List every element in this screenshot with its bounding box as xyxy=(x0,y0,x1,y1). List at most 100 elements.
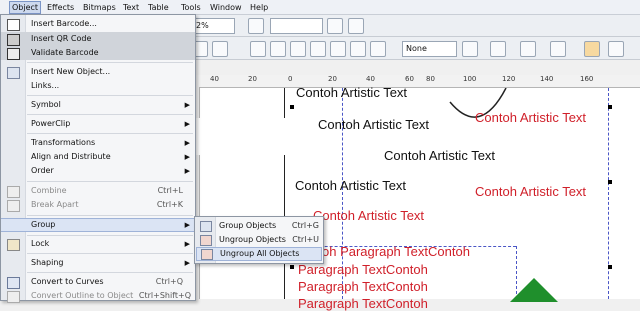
ungroup-objects-icon xyxy=(200,235,212,246)
menu-item-break-apart[interactable]: Break Apart Ctrl+K xyxy=(1,198,195,212)
wrap-text-icon[interactable] xyxy=(584,41,600,57)
menu-item-powerclip[interactable]: PowerClip ▶ xyxy=(1,117,195,131)
menu-separator xyxy=(27,235,193,236)
ruler-tick: 100 xyxy=(463,75,477,83)
outline-width-combo[interactable]: None xyxy=(402,41,457,57)
paragraph-text-line[interactable]: Paragraph TextContoh xyxy=(298,279,428,294)
selection-handle[interactable] xyxy=(290,265,294,269)
menu-item-insert-barcode[interactable]: Insert Barcode... xyxy=(1,17,195,31)
menu-table[interactable]: Table xyxy=(146,2,171,13)
boundary-icon[interactable] xyxy=(330,41,346,57)
simplify-icon[interactable] xyxy=(270,41,286,57)
submenu-arrow-icon: ▶ xyxy=(184,167,190,175)
play-icon[interactable] xyxy=(608,41,624,57)
submenu-item-ungroup-all[interactable]: Ungroup All Objects xyxy=(196,247,322,261)
menu-bar: Object Effects Bitmaps Text Table Tools … xyxy=(0,0,640,15)
ruler-tick: 40 xyxy=(210,75,219,83)
menu-item-insert-new-object[interactable]: Insert New Object... xyxy=(1,65,195,79)
ruler-tick: 140 xyxy=(540,75,554,83)
standard-toolbar: 2% xyxy=(190,15,640,37)
artistic-text[interactable]: Contoh Artistic Text xyxy=(475,110,586,125)
align-icon[interactable] xyxy=(350,41,366,57)
menu-item-group[interactable]: Group ▶ xyxy=(1,218,195,232)
line-style-icon[interactable] xyxy=(490,41,506,57)
paragraph-text-line[interactable]: Paragraph TextContoh xyxy=(298,262,428,277)
star-shape[interactable] xyxy=(510,278,558,302)
menu-item-shaping[interactable]: Shaping ▶ xyxy=(1,256,195,270)
menu-separator xyxy=(27,215,193,216)
front-minus-back-icon[interactable] xyxy=(290,41,306,57)
selection-handle[interactable] xyxy=(608,105,612,109)
artistic-text[interactable]: Contoh Artistic Text xyxy=(296,85,407,100)
combine-icon xyxy=(7,186,20,198)
launcher-icon[interactable] xyxy=(348,18,364,34)
paragraph-text-line[interactable]: Paragraph TextContoh xyxy=(298,296,428,311)
lock-icon xyxy=(7,239,20,251)
menu-object[interactable]: Object xyxy=(9,1,42,14)
qr-code-icon xyxy=(7,34,20,46)
menu-separator xyxy=(27,95,193,96)
menu-separator xyxy=(27,253,193,254)
snap-icon[interactable] xyxy=(248,18,264,34)
submenu-arrow-icon: ▶ xyxy=(184,240,190,248)
selection-handle[interactable] xyxy=(608,180,612,184)
artistic-text[interactable]: Contoh Artistic Text xyxy=(318,117,429,132)
menu-item-convert-outline[interactable]: Convert Outline to Object Ctrl+Shift+Q xyxy=(1,289,195,303)
submenu-arrow-icon: ▶ xyxy=(184,101,190,109)
outline-object-icon xyxy=(7,291,20,303)
menu-item-validate-barcode[interactable]: Validate Barcode xyxy=(1,46,195,60)
validate-barcode-icon xyxy=(7,48,20,60)
selection-handle[interactable] xyxy=(290,105,294,109)
artistic-text[interactable]: Contoh Artistic Text xyxy=(313,208,424,223)
menu-item-insert-qr-code[interactable]: Insert QR Code xyxy=(1,32,195,46)
group-submenu: Group Objects Ctrl+G Ungroup Objects Ctr… xyxy=(194,216,324,264)
horizontal-ruler: 40 20 0 20 40 60 80 100 120 140 160 xyxy=(190,75,640,88)
ruler-tick: 0 xyxy=(288,75,293,83)
guidelines-icon[interactable] xyxy=(327,18,343,34)
menu-separator xyxy=(27,62,193,63)
artistic-text[interactable]: Contoh Artistic Text xyxy=(295,178,406,193)
zoom-combo[interactable]: 2% xyxy=(192,18,235,34)
menu-item-order[interactable]: Order ▶ xyxy=(1,164,195,178)
property-bar: None xyxy=(190,37,640,60)
menu-help[interactable]: Help xyxy=(248,2,270,13)
group-icon[interactable] xyxy=(370,41,386,57)
menu-item-transformations[interactable]: Transformations ▶ xyxy=(1,136,195,150)
menu-item-lock[interactable]: Lock ▶ xyxy=(1,237,195,251)
menu-window[interactable]: Window xyxy=(208,2,244,13)
selection-handle[interactable] xyxy=(608,265,612,269)
menu-item-convert-to-curves[interactable]: Convert to Curves Ctrl+Q xyxy=(1,275,195,289)
artistic-text[interactable]: Contoh Artistic Text xyxy=(475,184,586,199)
menu-bitmaps[interactable]: Bitmaps xyxy=(81,2,118,13)
snap-combo[interactable] xyxy=(270,18,323,34)
menu-separator xyxy=(27,181,193,182)
menu-item-align-distribute[interactable]: Align and Distribute ▶ xyxy=(1,150,195,164)
menu-separator xyxy=(27,114,193,115)
menu-tools[interactable]: Tools xyxy=(179,2,203,13)
paragraph-text-line[interactable]: oh Paragraph TextContoh xyxy=(322,244,470,259)
curves-icon xyxy=(7,277,20,289)
intersect-icon[interactable] xyxy=(250,41,266,57)
submenu-arrow-icon: ▶ xyxy=(184,259,190,267)
menu-item-symbol[interactable]: Symbol ▶ xyxy=(1,98,195,112)
submenu-arrow-icon: ▶ xyxy=(184,120,190,128)
break-apart-icon xyxy=(7,200,20,212)
back-minus-front-icon[interactable] xyxy=(310,41,326,57)
arrowhead-end-icon[interactable] xyxy=(520,41,536,57)
group-objects-icon xyxy=(200,221,212,232)
menu-text[interactable]: Text xyxy=(121,2,141,13)
submenu-item-ungroup-objects[interactable]: Ungroup Objects Ctrl+U xyxy=(195,233,323,247)
insert-object-icon xyxy=(7,67,20,79)
ruler-tick: 120 xyxy=(502,75,516,83)
artistic-text[interactable]: Contoh Artistic Text xyxy=(384,148,495,163)
submenu-item-group-objects[interactable]: Group Objects Ctrl+G xyxy=(195,219,323,233)
menu-effects[interactable]: Effects xyxy=(45,2,76,13)
ruler-tick: 60 xyxy=(405,75,414,83)
trim-icon[interactable] xyxy=(212,41,228,57)
menu-separator xyxy=(27,133,193,134)
arrowhead-start-icon[interactable] xyxy=(462,41,478,57)
menu-item-combine[interactable]: Combine Ctrl+L xyxy=(1,184,195,198)
convert-curves-icon[interactable] xyxy=(550,41,566,57)
ruler-tick: 160 xyxy=(580,75,594,83)
menu-item-links[interactable]: Links... xyxy=(1,79,195,93)
